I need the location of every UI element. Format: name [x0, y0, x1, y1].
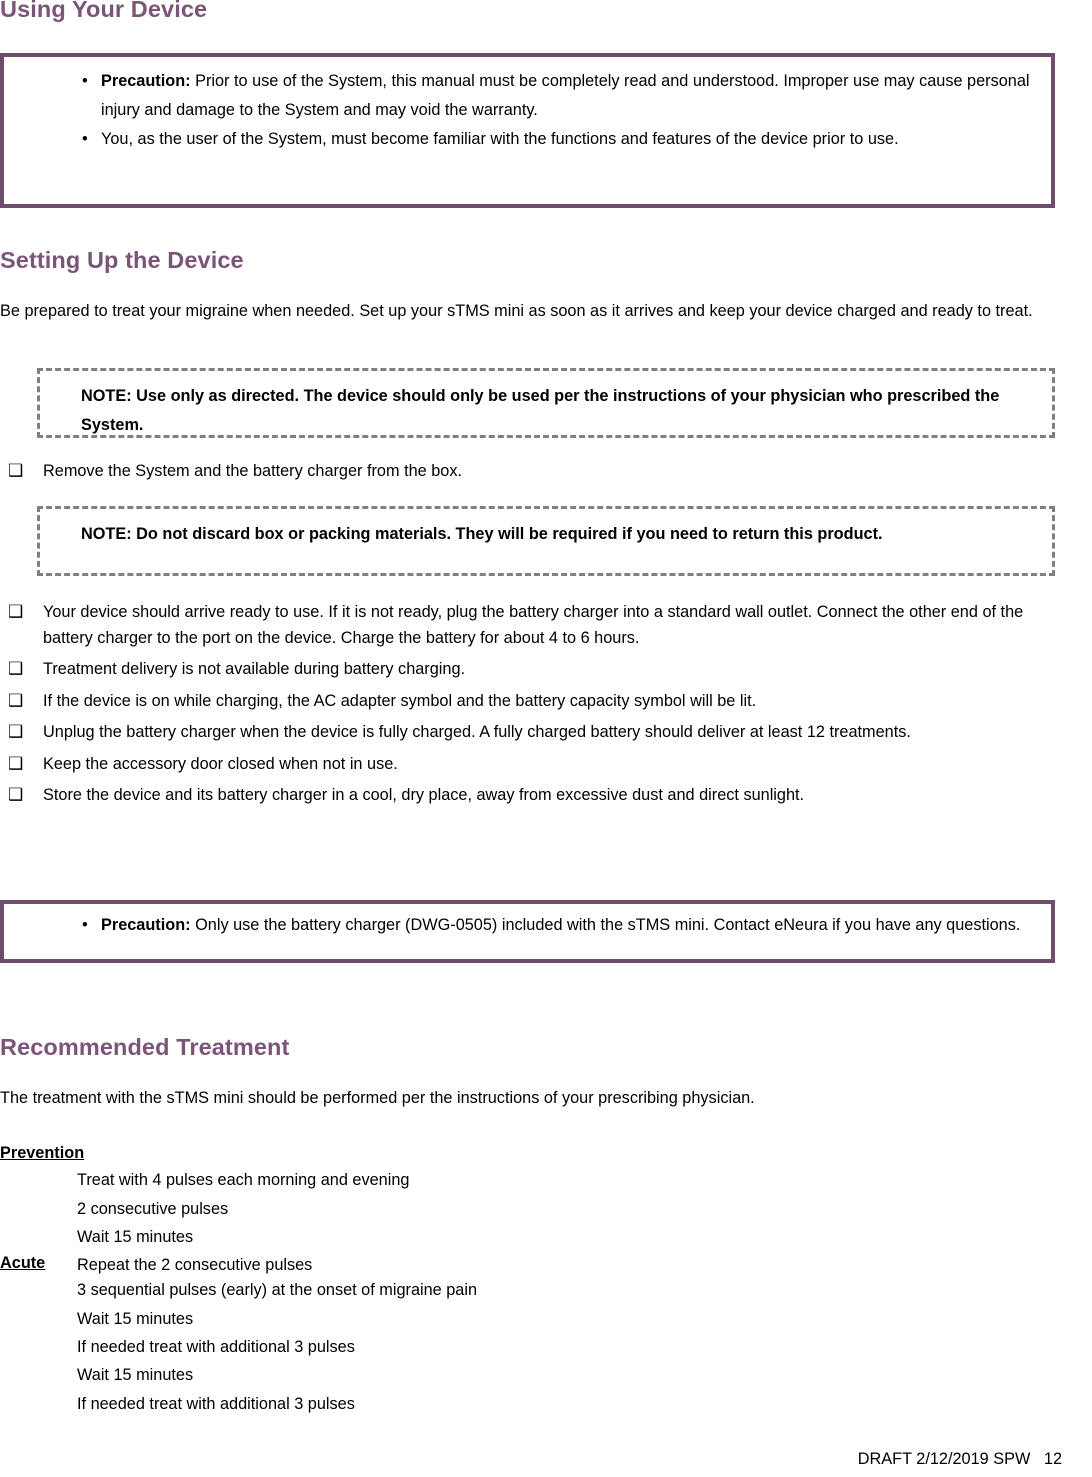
precaution-item: • Precaution: Prior to use of the System…	[4, 67, 1051, 125]
checklist-item[interactable]: ❑ Remove the System and the battery char…	[0, 459, 1065, 485]
regimen-step: If needed treat with additional 3 pulses	[77, 1394, 355, 1413]
regimen-acute: Acute 3 sequential pulses (early) at the…	[0, 1250, 800, 1418]
precaution-label: Precaution:	[101, 72, 191, 90]
note-text: NOTE: Do not discard box or packing mate…	[81, 525, 883, 543]
checkbox-icon: ❑	[8, 659, 24, 679]
checklist-item-label: Your device should arrive ready to use. …	[43, 603, 1024, 647]
checklist-item-label: Keep the accessory door closed when not …	[43, 754, 398, 773]
checkbox-icon: ❑	[8, 785, 24, 805]
checklist-item-label: If the device is on while charging, the …	[43, 691, 757, 710]
regimen-step-list: 3 sequential pulses (early) at the onset…	[0, 1276, 800, 1418]
setup-checklist-2: ❑ Your device should arrive ready to use…	[0, 600, 1065, 815]
checklist-item-label: Store the device and its battery charger…	[43, 786, 805, 805]
precaution-list-1: • Precaution: Prior to use of the System…	[4, 67, 1051, 154]
checklist-item-label: Unplug the battery charger when the devi…	[43, 723, 911, 742]
recommended-treatment-intro-text: The treatment with the sTMS mini should …	[0, 1089, 755, 1107]
checkbox-icon: ❑	[8, 690, 24, 710]
regimen-title: Acute	[0, 1254, 46, 1272]
page-title-recommended-treatment: Recommended Treatment	[0, 1034, 290, 1060]
note-callout-2: NOTE: Do not discard box or packing mate…	[37, 506, 1055, 576]
regimen-step: Wait 15 minutes	[77, 1366, 194, 1385]
precaution-callout-1: • Precaution: Prior to use of the System…	[0, 53, 1055, 208]
regimen-step: If needed treat with additional 3 pulses	[77, 1338, 355, 1357]
checklist-item[interactable]: ❑ Your device should arrive ready to use…	[0, 600, 1065, 651]
checklist-item[interactable]: ❑ If the device is on while charging, th…	[0, 689, 1065, 715]
bullet-dot-icon: •	[82, 130, 88, 148]
checkbox-icon: ❑	[8, 753, 24, 773]
precaution-callout-2: • Precaution: Only use the battery charg…	[0, 900, 1055, 963]
regimen-step: Treat with 4 pulses each morning and eve…	[77, 1171, 410, 1190]
regimen-step: 3 sequential pulses (early) at the onset…	[77, 1281, 478, 1300]
setup-checklist-1: ❑ Remove the System and the battery char…	[0, 459, 1065, 491]
precaution-item: • Precaution: Only use the battery charg…	[4, 911, 1051, 940]
precaution-text: Prior to use of the System, this manual …	[101, 72, 1030, 119]
regimen-title: Prevention	[0, 1144, 85, 1162]
note-callout-1: NOTE: Use only as directed. The device s…	[37, 368, 1055, 438]
page-title-using-your-device: Using Your Device	[0, 0, 208, 22]
checklist-item[interactable]: ❑ Store the device and its battery charg…	[0, 783, 1065, 809]
precaution-list-2: • Precaution: Only use the battery charg…	[4, 911, 1051, 940]
regimen-step: Wait 15 minutes	[77, 1228, 194, 1247]
checklist-item-label: Treatment delivery is not available duri…	[43, 660, 466, 679]
page-title-setting-up-the-device: Setting Up the Device	[0, 247, 244, 273]
checkbox-icon: ❑	[8, 461, 24, 480]
precaution-text: You, as the user of the System, must bec…	[101, 130, 899, 148]
checkbox-icon: ❑	[8, 722, 24, 742]
regimen-step: Wait 15 minutes	[77, 1309, 194, 1328]
page-footer: DRAFT 2/12/2019 SPW 12	[857, 1450, 1062, 1468]
document-page: Using Your Device • Precaution: Prior to…	[0, 0, 1092, 1477]
checklist-item[interactable]: ❑ Keep the accessory door closed when no…	[0, 752, 1065, 778]
regimen-step: 2 consecutive pulses	[77, 1199, 229, 1218]
setting-up-intro-text: Be prepared to treat your migraine when …	[0, 302, 1033, 320]
precaution-text: Only use the battery charger (DWG-0505) …	[190, 916, 1021, 934]
bullet-dot-icon: •	[82, 916, 88, 934]
checklist-item[interactable]: ❑ Treatment delivery is not available du…	[0, 657, 1065, 683]
checkbox-icon: ❑	[8, 602, 24, 621]
precaution-item: • You, as the user of the System, must b…	[4, 125, 1051, 154]
checklist-item[interactable]: ❑ Unplug the battery charger when the de…	[0, 720, 1065, 746]
note-text: NOTE: Use only as directed. The device s…	[81, 387, 1000, 434]
bullet-dot-icon: •	[82, 72, 88, 90]
checklist-item-label: Remove the System and the battery charge…	[43, 462, 462, 480]
precaution-label: Precaution:	[101, 916, 191, 934]
